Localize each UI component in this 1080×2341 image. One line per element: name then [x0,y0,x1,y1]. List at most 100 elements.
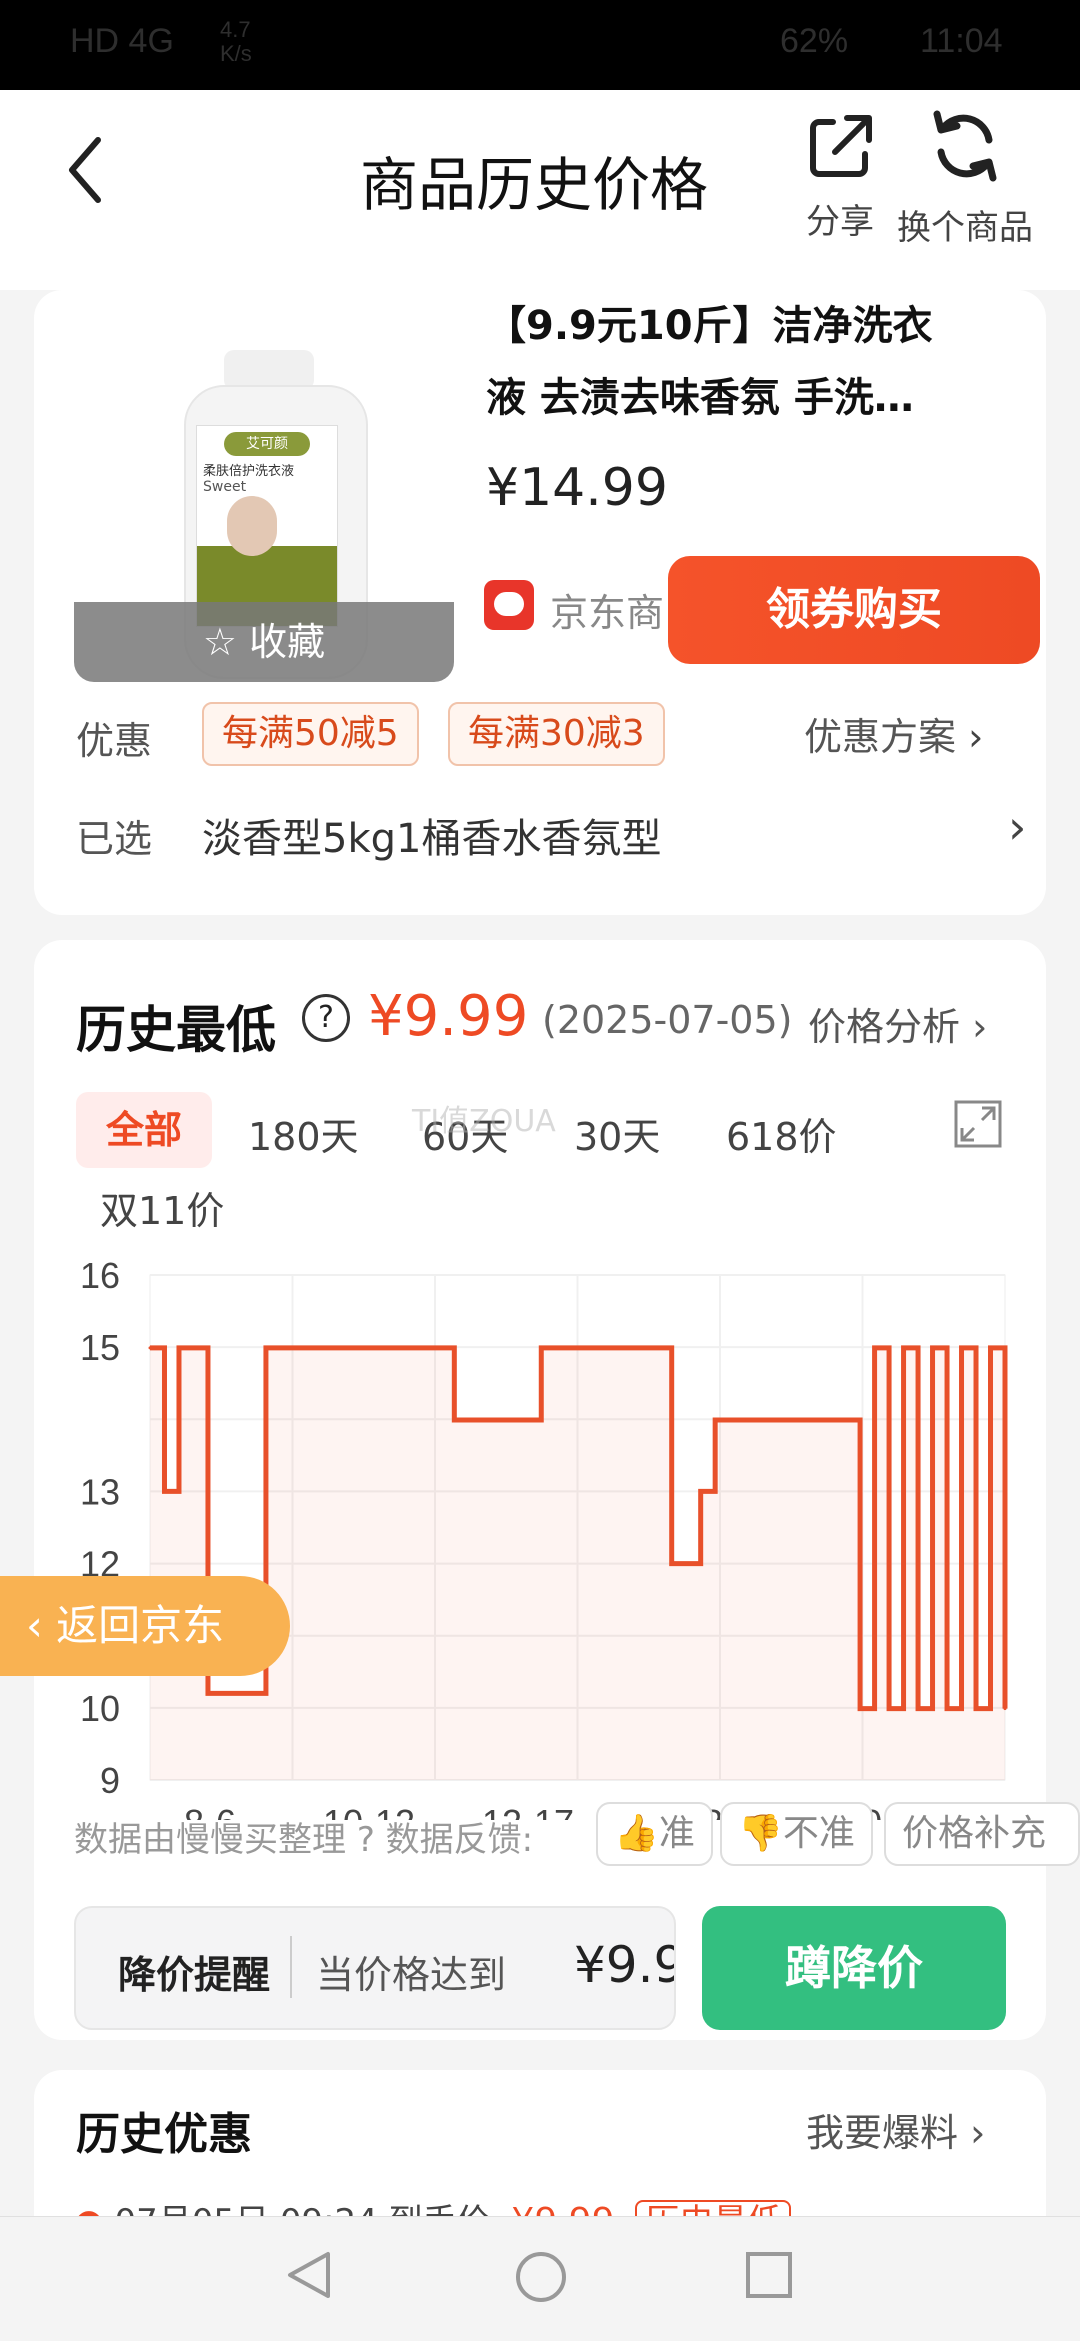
help-icon[interactable]: ? [302,994,350,1042]
coupon-50-5[interactable]: 每满50减5 [202,702,419,766]
price-point [931,1346,935,1350]
product-title[interactable]: 【9.9元10斤】洁净洗衣 液 去渍去味香氛 手洗… [486,290,1046,434]
thumbs-down-icon: 👎 [738,1813,783,1854]
history-deals-title: 历史优惠 [76,2109,252,2160]
watch-price-button[interactable]: 蹲降价 [702,1906,1006,2030]
tab-all[interactable]: 全部 [76,1092,212,1168]
offer-plan-link[interactable]: 优惠方案 › [804,706,983,761]
price-point [786,1418,790,1422]
price-point [945,1707,949,1711]
price-point [713,1418,717,1422]
chevron-right-icon: › [968,715,984,759]
nav-recents-button[interactable] [744,2250,794,2304]
y-tick-label: 13 [80,1471,120,1512]
price-point [684,1562,688,1566]
tab-180[interactable]: 180天 [248,1106,359,1161]
tab-30[interactable]: 30天 [574,1106,660,1161]
price-point [264,1346,268,1350]
fullscreen-button[interactable] [954,1100,1002,1148]
accurate-button[interactable]: 👍准 [596,1802,713,1866]
price-point [365,1346,369,1350]
nav-back-button[interactable] [284,2250,334,2304]
price-point [380,1346,384,1350]
price-alert-target[interactable]: ¥9.99 [574,1936,674,1994]
jd-logo-icon [484,580,534,630]
chevron-right-icon: › [970,2111,986,2155]
price-point [249,1691,253,1695]
accurate-label: 准 [658,1813,695,1854]
switch-product-button[interactable]: 换个商品 [880,100,1050,250]
price-point [829,1418,833,1422]
back-to-jd-button[interactable]: ‹ 返回京东 [0,1576,290,1676]
price-point [467,1418,471,1422]
price-point [278,1346,282,1350]
price-point [452,1418,456,1422]
price-point [960,1346,964,1350]
selected-variant[interactable]: 淡香型5kg1桶香水香氛型 [202,806,661,864]
offers-label: 优惠 [76,719,153,763]
price-point [496,1418,500,1422]
back-to-jd-label: 返回京东 [56,1601,225,1650]
back-button[interactable] [60,130,120,210]
product-image[interactable]: 艾可颜 柔肤倍护洗衣液 Sweet ☆ 收藏 [74,310,454,682]
price-point [670,1562,674,1566]
price-point [525,1418,529,1422]
tab-all-label: 全部 [105,1108,182,1152]
status-bar: HD 4G 4.7 K/s 62% 11:04 [0,0,1080,90]
chevron-right-icon[interactable]: › [1008,800,1026,854]
favorite-button[interactable]: ☆ 收藏 [74,602,454,682]
coupon-30-3[interactable]: 每满30减3 [448,702,665,766]
inaccurate-label: 不准 [782,1813,855,1854]
price-point [815,1418,819,1422]
thumbs-up-icon: 👍 [614,1813,659,1854]
watermark: TI值ZOUA [412,1104,556,1139]
price-point [293,1346,297,1350]
price-point [728,1418,732,1422]
status-network: HD 4G [70,22,174,60]
price-alert-box[interactable]: 降价提醒 当价格达到 ¥9.99 [74,1906,676,2030]
price-supplement-button[interactable]: 价格补充 [884,1802,1080,1866]
inaccurate-button[interactable]: 👎不准 [720,1802,873,1866]
product-title-line1: 【9.9元10斤】洁净洗衣 [486,303,933,349]
price-point [206,1691,210,1695]
price-point [191,1346,195,1350]
history-low-price: ¥9.99 [368,984,529,1049]
price-analysis-link[interactable]: 价格分析 › [804,996,988,1051]
price-point [771,1418,775,1422]
price-point [1003,1707,1007,1711]
price-point [177,1346,181,1350]
tab-618[interactable]: 618价 [726,1106,837,1161]
price-point [873,1346,877,1350]
refresh-icon [933,110,997,182]
price-chart[interactable]: 161513121098-610-1212-172-224-307-5 [40,1250,1040,1820]
status-battery: 62% [780,22,849,60]
square-recents-icon [746,2252,792,2298]
price-point [757,1418,761,1422]
price-point [394,1346,398,1350]
price-point [568,1346,572,1350]
help-icon[interactable]: ? [357,1820,375,1860]
price-point [742,1418,746,1422]
bottle-label: 艾可颜 柔肤倍护洗衣液 Sweet [196,425,338,627]
buy-button[interactable]: 领券购买 [668,556,1040,664]
circle-home-icon [516,2252,566,2302]
nav-home-button[interactable] [514,2250,568,2308]
selected-label: 已选 [76,817,153,861]
chevron-left-icon [69,137,101,203]
price-point [583,1346,587,1350]
status-speed: 4.7 K/s [220,17,252,66]
report-deal-link[interactable]: 我要爆料 › [806,2102,985,2157]
label-line1: 柔肤倍护洗衣液 [203,464,295,479]
price-point [844,1418,848,1422]
price-point [641,1346,645,1350]
price-point [307,1346,311,1350]
price-point [539,1346,543,1350]
price-analysis-label: 价格分析 [808,1005,961,1049]
star-icon: ☆ [202,620,237,664]
page-title: 商品历史价格 [360,151,709,219]
report-deal-label: 我要爆料 [806,2111,959,2155]
tab-double11[interactable]: 双11价 [100,1180,224,1235]
price-point [162,1489,166,1493]
model-photo [227,496,277,556]
history-low-date: (2025-07-05) [542,998,793,1042]
